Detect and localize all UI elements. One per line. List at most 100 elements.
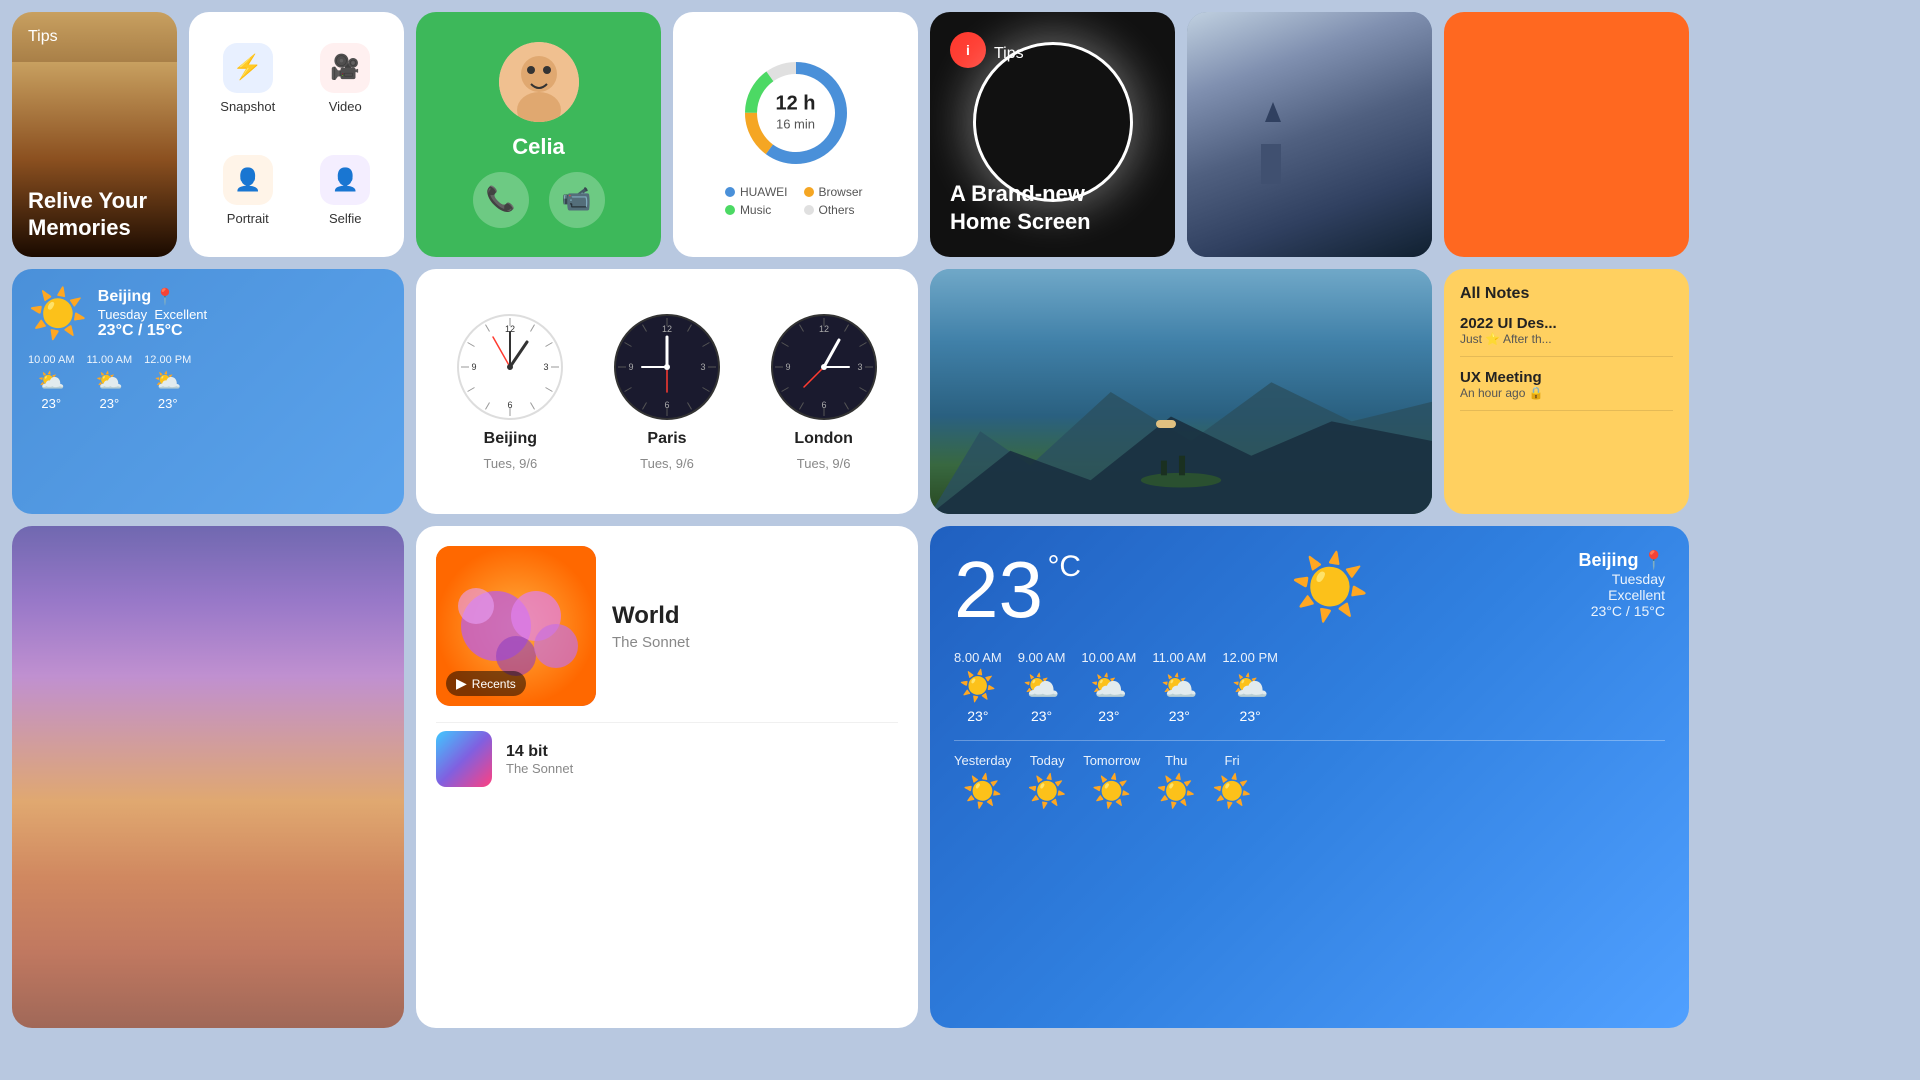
snapshot-tool[interactable]: ⚡ Snapshot bbox=[199, 22, 297, 135]
card-celia[interactable]: Celia 📞 📹 bbox=[416, 12, 661, 257]
legend-others: Others bbox=[804, 203, 867, 217]
forecast-item-11am: 11.00 AM ⛅ 23° bbox=[86, 354, 132, 411]
clock-date-paris: Tues, 9/6 bbox=[640, 456, 694, 471]
clock-city-london: London bbox=[794, 430, 853, 448]
big-temp-unit: °C bbox=[1047, 550, 1081, 583]
legend-music-label: Music bbox=[740, 203, 771, 217]
snapshot-label: Snapshot bbox=[220, 99, 275, 114]
card-winter-landscape bbox=[1187, 12, 1432, 257]
svg-text:6: 6 bbox=[664, 400, 669, 410]
svg-text:9: 9 bbox=[785, 362, 790, 372]
card-clocks[interactable]: 12 3 6 9 Beijing Tues, 9/6 bbox=[416, 269, 918, 514]
clock-city-paris: Paris bbox=[647, 430, 686, 448]
big-temp-value: 23 bbox=[954, 545, 1043, 634]
forecast-item-10am: 10.00 AM ⛅ 23° bbox=[28, 354, 74, 411]
donut-hours: 12 h bbox=[775, 92, 815, 115]
usage-legend: HUAWEI Browser Music Others bbox=[725, 185, 866, 217]
music-main-thumbnail: ▶ Recents bbox=[436, 546, 596, 706]
day-fri: Fri ☀️ bbox=[1212, 753, 1252, 810]
card-big-weather[interactable]: 23 °C ☀️ Beijing 📍 Tuesday Excellent 23°… bbox=[930, 526, 1689, 1028]
forecast-9am: 9.00 AM ⛅ 23° bbox=[1018, 650, 1066, 724]
donut-center: 12 h 16 min bbox=[775, 92, 815, 133]
note-preview-2: An hour ago 🔒 bbox=[1460, 386, 1673, 400]
music-small-thumbnail bbox=[436, 731, 492, 787]
celia-avatar bbox=[499, 42, 579, 122]
card-camera-tools: ⚡ Snapshot 🎥 Video 👤 Portrait 👤 Selfie bbox=[189, 12, 404, 257]
day-yesterday: Yesterday ☀️ bbox=[954, 753, 1011, 810]
day-today: Today ☀️ bbox=[1027, 753, 1067, 810]
celia-name: Celia bbox=[512, 134, 565, 160]
card-usage[interactable]: 12 h 16 min HUAWEI Browser Music Others bbox=[673, 12, 918, 257]
portrait-label: Portrait bbox=[227, 211, 269, 226]
big-sun-icon: ☀️ bbox=[1290, 551, 1370, 623]
music-main-item: ▶ Recents World The Sonnet bbox=[436, 546, 898, 706]
svg-text:9: 9 bbox=[472, 362, 477, 372]
legend-others-label: Others bbox=[819, 203, 855, 217]
clock-london: 12 3 6 9 London Tues, 9/6 bbox=[769, 312, 879, 471]
clock-face-beijing: 12 3 6 9 bbox=[455, 312, 565, 422]
forecast-10am-big: 10.00 AM ⛅ 23° bbox=[1081, 650, 1136, 724]
svg-text:3: 3 bbox=[857, 362, 862, 372]
weather-temp: 23°C / 15°C bbox=[98, 322, 388, 340]
svg-text:12: 12 bbox=[662, 324, 672, 334]
recents-badge[interactable]: ▶ Recents bbox=[446, 671, 526, 696]
card-weather-small[interactable]: ☀️ Beijing 📍 Tuesday Excellent 23°C / 15… bbox=[12, 269, 404, 514]
big-weather-condition: Excellent bbox=[1579, 587, 1665, 603]
clock-face-paris: 12 3 6 9 bbox=[612, 312, 722, 422]
video-icon: 🎥 bbox=[320, 43, 370, 93]
card-tips-landscape[interactable]: Tips Relive YourMemories bbox=[12, 12, 177, 257]
big-weather-city: Beijing 📍 bbox=[1579, 550, 1665, 571]
music-main-track-info: World The Sonnet bbox=[612, 602, 690, 651]
celia-video-button[interactable]: 📹 bbox=[549, 172, 605, 228]
svg-text:9: 9 bbox=[628, 362, 633, 372]
big-sun-icon-container: ☀️ bbox=[1290, 550, 1370, 625]
notes-title: All Notes bbox=[1460, 285, 1673, 303]
svg-text:12: 12 bbox=[819, 324, 829, 334]
note-item-1[interactable]: 2022 UI Des... Just ⭐ After th... bbox=[1460, 315, 1673, 357]
weather-condition: Tuesday Excellent bbox=[98, 307, 388, 322]
tips-red-icon: i bbox=[950, 32, 986, 68]
note-item-2[interactable]: UX Meeting An hour ago 🔒 bbox=[1460, 369, 1673, 411]
clock-face-london: 12 3 6 9 bbox=[769, 312, 879, 422]
legend-browser-dot bbox=[804, 187, 814, 197]
video-tool[interactable]: 🎥 Video bbox=[297, 22, 395, 135]
donut-mins: 16 min bbox=[776, 116, 815, 131]
weather-sun-icon: ☀️ bbox=[28, 285, 88, 342]
music-second-title: 14 bit bbox=[506, 743, 573, 761]
day-tomorrow: Tomorrow ☀️ bbox=[1083, 753, 1140, 810]
video-label: Video bbox=[329, 99, 362, 114]
selfie-tool[interactable]: 👤 Selfie bbox=[297, 135, 395, 248]
big-weather-temp-range: 23°C / 15°C bbox=[1579, 603, 1665, 619]
clock-paris: 12 3 6 9 Paris Tues, 9/6 bbox=[612, 312, 722, 471]
tips-glow-circle bbox=[973, 42, 1133, 202]
portrait-tool[interactable]: 👤 Portrait bbox=[199, 135, 297, 248]
snapshot-icon: ⚡ bbox=[223, 43, 273, 93]
music-main-title: World bbox=[612, 602, 690, 630]
legend-huawei-label: HUAWEI bbox=[740, 185, 788, 199]
memories-text: Relive YourMemories bbox=[28, 188, 147, 241]
note-name-1: 2022 UI Des... bbox=[1460, 315, 1673, 332]
main-grid: Tips Relive YourMemories ⚡ Snapshot 🎥 Vi… bbox=[0, 0, 1920, 1080]
clock-city-beijing: Beijing bbox=[484, 430, 537, 448]
legend-others-dot bbox=[804, 205, 814, 215]
card-notes[interactable]: All Notes 2022 UI Des... Just ⭐ After th… bbox=[1444, 269, 1689, 514]
music-second-item[interactable]: 14 bit The Sonnet bbox=[436, 722, 898, 795]
weather-top: ☀️ Beijing 📍 Tuesday Excellent 23°C / 15… bbox=[28, 285, 388, 342]
clock-beijing: 12 3 6 9 Beijing Tues, 9/6 bbox=[455, 312, 565, 471]
card-music[interactable]: ▶ Recents World The Sonnet 14 bit The So… bbox=[416, 526, 918, 1028]
weather-info: Beijing 📍 Tuesday Excellent 23°C / 15°C bbox=[98, 287, 388, 340]
card-tips-black[interactable]: i Tips A Brand-newHome Screen bbox=[930, 12, 1175, 257]
big-days-row: Yesterday ☀️ Today ☀️ Tomorrow ☀️ Thu ☀️… bbox=[954, 740, 1665, 810]
play-icon: ▶ bbox=[456, 675, 467, 692]
legend-music: Music bbox=[725, 203, 788, 217]
forecast-11am-big: 11.00 AM ⛅ 23° bbox=[1152, 650, 1206, 724]
big-weather-day: Tuesday bbox=[1579, 571, 1665, 587]
celia-call-button[interactable]: 📞 bbox=[473, 172, 529, 228]
selfie-icon: 👤 bbox=[320, 155, 370, 205]
note-name-2: UX Meeting bbox=[1460, 369, 1673, 386]
music-second-track-info: 14 bit The Sonnet bbox=[506, 743, 573, 776]
clock-date-london: Tues, 9/6 bbox=[797, 456, 851, 471]
clock-date-beijing: Tues, 9/6 bbox=[483, 456, 537, 471]
svg-text:3: 3 bbox=[544, 362, 549, 372]
card-purple-sunset bbox=[12, 526, 404, 1028]
